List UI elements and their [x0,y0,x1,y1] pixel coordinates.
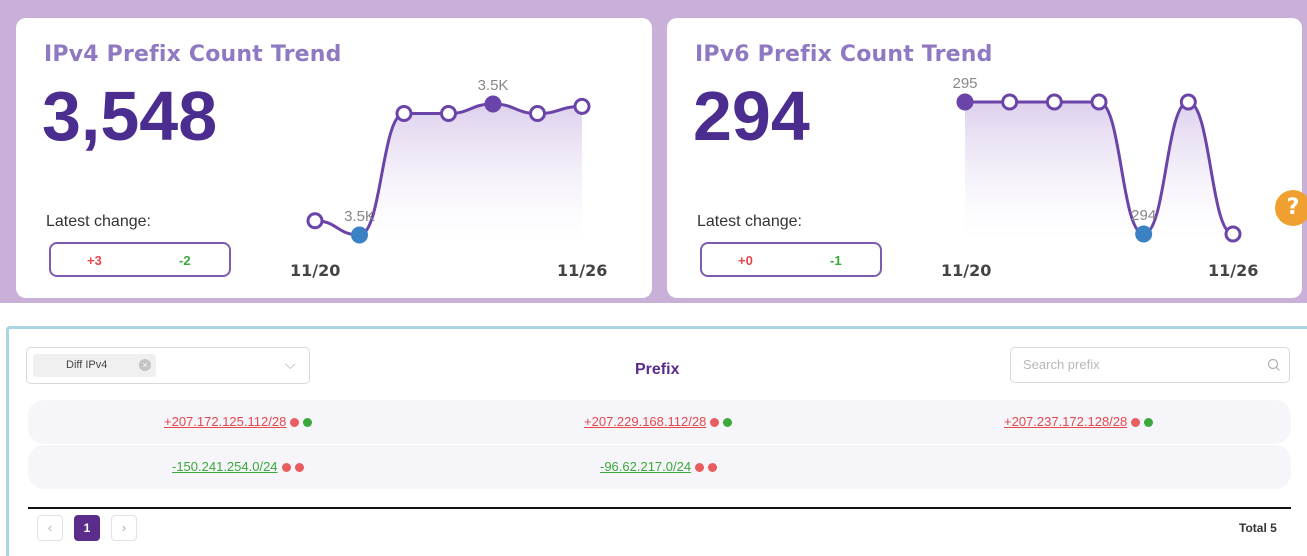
ipv6-trend-card: IPv6 Prefix Count Trend 294 Latest chang… [667,18,1302,298]
x-tick-start: 11/20 [941,261,992,280]
next-page-button[interactable]: › [111,515,137,541]
prefix-link[interactable]: -150.241.254.0/24 [172,459,278,474]
diff-type-select[interactable]: Diff IPv4 × ⌵ [26,347,310,384]
prefix-cell: +207.229.168.112/28 [584,414,733,430]
prefix-link[interactable]: -96.62.217.0/24 [600,459,691,474]
prefix-cell: +207.237.172.128/28 [1004,414,1154,430]
data-point[interactable] [1001,93,1019,111]
prev-page-button[interactable]: ‹ [37,515,63,541]
min-value-label: 3.5K [344,208,375,225]
page-1-button[interactable]: 1 [74,515,100,541]
data-point[interactable] [1090,93,1108,111]
status-dot [294,463,304,473]
prefix-cell: +207.172.125.112/28 [164,414,313,430]
table-row: -150.241.254.0/24 -96.62.217.0/24 [28,445,1291,489]
sparkline-chart: 3.5K 3.5K [306,77,591,244]
data-point[interactable] [395,105,413,123]
min-value-label: 294 [1131,207,1156,224]
prefix-cell: -150.241.254.0/24 [172,459,304,475]
x-tick-end: 11/26 [557,261,608,280]
data-point[interactable] [484,95,502,113]
prefix-link[interactable]: +207.229.168.112/28 [584,414,706,429]
data-point[interactable] [1135,225,1153,243]
prefix-diff-panel: Diff IPv4 × ⌵ Prefix +207.172.125.112/28… [6,326,1307,556]
search-input[interactable] [1023,357,1253,372]
status-dot [281,463,291,473]
status-dot [708,463,718,473]
data-point[interactable] [351,226,368,244]
data-point[interactable] [956,93,974,111]
data-point[interactable] [1224,225,1242,243]
status-dot [723,418,733,428]
x-tick-end: 11/26 [1208,261,1259,280]
ipv4-trend-card: IPv4 Prefix Count Trend 3,548 Latest cha… [16,18,652,298]
data-point[interactable] [1045,93,1063,111]
area-fill [965,102,1233,239]
data-point[interactable] [529,105,546,123]
status-dot [710,418,720,428]
x-tick-start: 11/20 [290,261,341,280]
data-point[interactable] [573,97,591,115]
help-button[interactable]: ? [1275,190,1307,226]
selected-tag-label: Diff IPv4 [66,359,108,371]
data-point[interactable] [440,105,457,123]
data-point[interactable] [306,212,324,230]
column-header: Prefix [635,361,680,378]
total-count: Total 5 [1239,521,1277,535]
data-point[interactable] [1179,93,1197,111]
status-dot [303,418,313,428]
prefix-cell: -96.62.217.0/24 [600,459,718,475]
status-dot [695,463,705,473]
table-divider [28,507,1291,509]
sparkline-chart: 295 294 [952,75,1242,243]
table-row: +207.172.125.112/28 +207.229.168.112/28 … [28,400,1291,444]
prefix-link[interactable]: +207.237.172.128/28 [1004,414,1127,429]
prefix-link[interactable]: +207.172.125.112/28 [164,414,286,429]
status-dot [1144,418,1154,428]
search-icon[interactable] [1267,358,1281,372]
max-value-label: 295 [952,75,977,92]
search-field[interactable] [1010,347,1290,383]
status-dot [1131,418,1141,428]
selected-tag: Diff IPv4 × [33,354,156,377]
max-value-label: 3.5K [478,77,509,94]
status-dot [290,418,300,428]
chevron-down-icon[interactable]: ⌵ [285,356,296,373]
close-icon[interactable]: × [139,359,151,371]
